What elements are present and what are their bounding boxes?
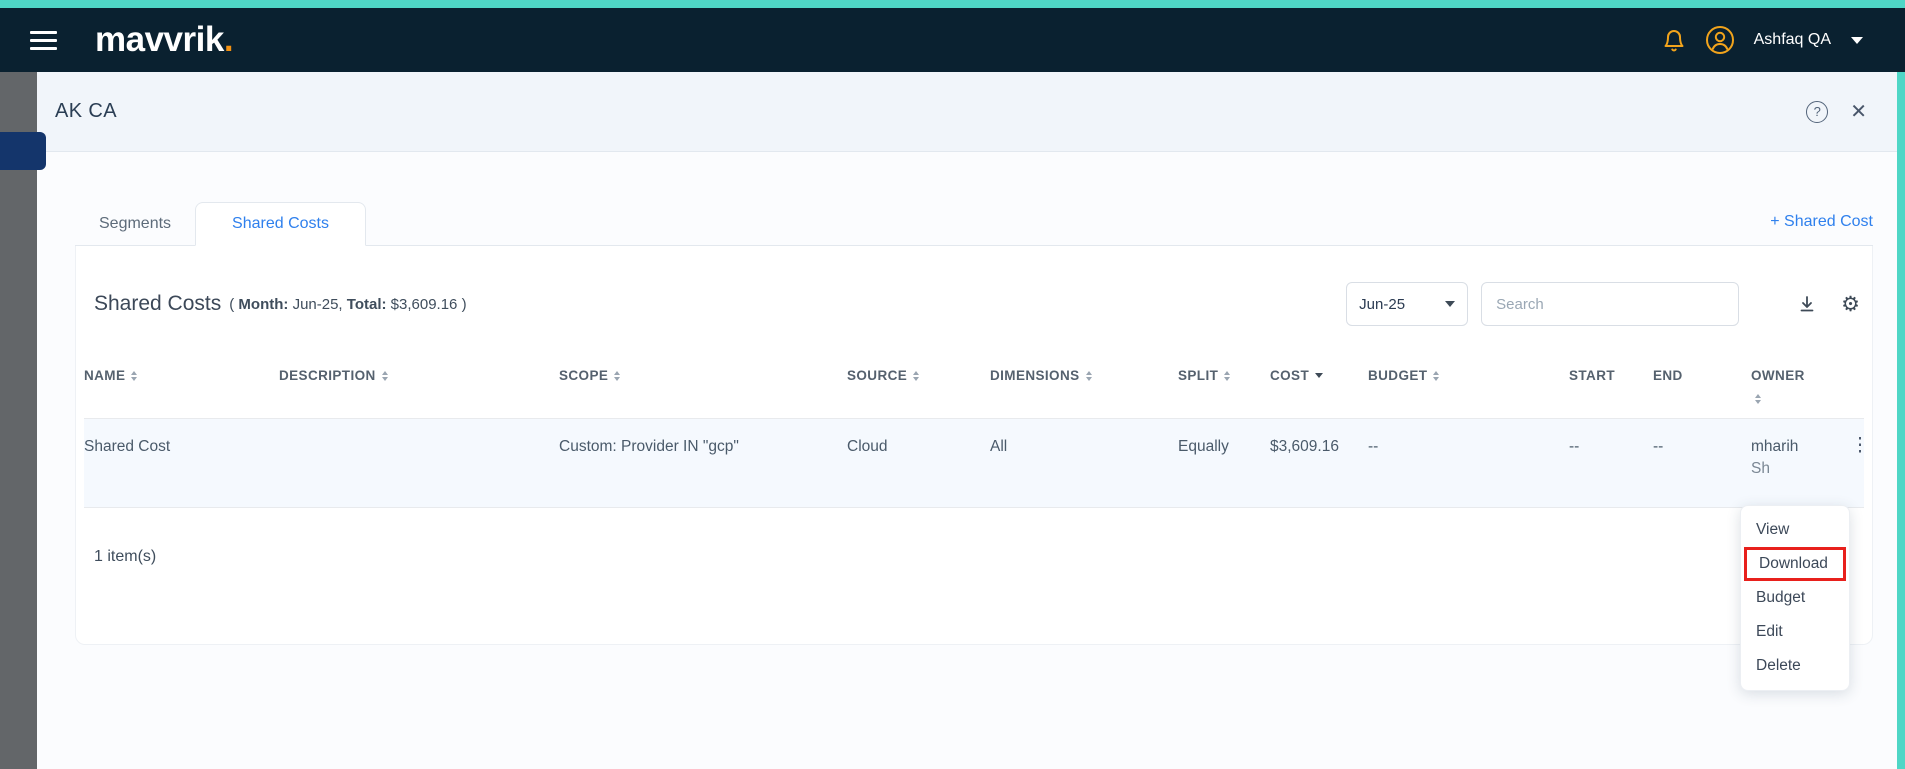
column-header-scope: SCOPE bbox=[559, 352, 847, 418]
logo-dot: . bbox=[224, 20, 233, 59]
cell-owner: mharih Sh bbox=[1751, 419, 1840, 507]
sort-icon[interactable] bbox=[1086, 371, 1092, 381]
table-row[interactable]: Shared Cost Custom: Provider IN "gcp" Cl… bbox=[84, 418, 1864, 508]
column-header-budget: BUDGET bbox=[1368, 352, 1569, 418]
meta-paren-open: ( bbox=[229, 296, 234, 313]
app-logo: mavvrik. bbox=[95, 20, 233, 60]
cell-budget: -- bbox=[1368, 419, 1569, 507]
page-dim-overlay bbox=[0, 72, 37, 769]
frame-right-accent bbox=[1897, 72, 1905, 769]
select-caret-icon bbox=[1445, 301, 1455, 307]
column-header-source: SOURCE bbox=[847, 352, 990, 418]
top-navbar: mavvrik. Ashfaq QA bbox=[0, 8, 1905, 72]
menu-item-download[interactable]: Download bbox=[1744, 547, 1846, 581]
hamburger-menu-icon[interactable] bbox=[30, 26, 57, 55]
month-filter-value: Jun-25 bbox=[1359, 296, 1405, 313]
toolbar-controls: Jun-25 ⚙ bbox=[1346, 282, 1860, 326]
user-avatar-icon[interactable] bbox=[1704, 24, 1736, 56]
sort-descending-icon[interactable] bbox=[1315, 373, 1323, 378]
add-shared-cost-button[interactable]: + Shared Cost bbox=[1770, 213, 1873, 245]
row-actions-menu: View Download Budget Edit Delete bbox=[1740, 505, 1850, 691]
sort-icon[interactable] bbox=[913, 371, 919, 381]
month-value: Jun-25, bbox=[293, 296, 343, 313]
column-header-description: DESCRIPTION bbox=[279, 352, 559, 418]
column-header-split: SPLIT bbox=[1178, 352, 1270, 418]
column-header-cost: COST bbox=[1270, 352, 1368, 418]
sort-icon[interactable] bbox=[1755, 394, 1761, 404]
sort-icon[interactable] bbox=[614, 371, 620, 381]
meta-paren-close: ) bbox=[462, 296, 467, 313]
cell-cost: $3,609.16 bbox=[1270, 419, 1350, 507]
menu-item-delete[interactable]: Delete bbox=[1741, 649, 1849, 683]
help-icon[interactable]: ? bbox=[1806, 101, 1828, 123]
sort-icon[interactable] bbox=[131, 371, 137, 381]
column-header-owner: OWNER bbox=[1751, 352, 1840, 418]
cell-dimensions: All bbox=[990, 419, 1178, 507]
table-footer-count: 1 item(s) bbox=[84, 508, 1864, 610]
user-name[interactable]: Ashfaq QA bbox=[1754, 31, 1831, 49]
search-input[interactable] bbox=[1481, 282, 1739, 326]
total-label: Total: bbox=[347, 296, 387, 313]
menu-item-view[interactable]: View bbox=[1741, 513, 1849, 547]
drawer-header: AK CA ? ✕ bbox=[37, 72, 1897, 152]
drawer-body: Segments Shared Costs + Shared Cost Shar… bbox=[37, 152, 1897, 645]
total-value: $3,609.16 bbox=[391, 296, 458, 313]
table-header-row: NAME DESCRIPTION SCOPE SOURCE bbox=[84, 352, 1864, 418]
drawer-header-icons: ? ✕ bbox=[1806, 101, 1867, 123]
cell-name: Shared Cost bbox=[84, 419, 279, 507]
tab-segments[interactable]: Segments bbox=[75, 203, 195, 245]
row-actions-kebab-icon[interactable]: ⋮ bbox=[1840, 419, 1880, 507]
navbar-right-group: Ashfaq QA bbox=[1662, 24, 1863, 56]
column-header-name: NAME bbox=[84, 352, 279, 418]
frame-top-accent bbox=[0, 0, 1905, 8]
download-table-icon[interactable] bbox=[1797, 294, 1817, 314]
month-filter-select[interactable]: Jun-25 bbox=[1346, 282, 1468, 326]
tabs-row: Segments Shared Costs + Shared Cost bbox=[75, 202, 1873, 246]
app-viewport: mavvrik. Ashfaq QA AK CA bbox=[0, 0, 1905, 769]
user-menu-caret-icon[interactable] bbox=[1851, 37, 1863, 44]
tab-shared-costs[interactable]: Shared Costs bbox=[195, 202, 366, 246]
column-header-end: END bbox=[1653, 352, 1751, 418]
cell-description bbox=[279, 419, 559, 507]
drawer-title: AK CA bbox=[55, 100, 117, 123]
menu-item-budget[interactable]: Budget bbox=[1741, 581, 1849, 615]
logo-text: mavvrik bbox=[95, 20, 224, 59]
shared-costs-table: NAME DESCRIPTION SCOPE SOURCE bbox=[84, 352, 1864, 610]
column-header-actions bbox=[1840, 352, 1880, 418]
close-icon[interactable]: ✕ bbox=[1850, 102, 1867, 122]
column-header-dimensions: DIMENSIONS bbox=[990, 352, 1178, 418]
sort-icon[interactable] bbox=[1433, 371, 1439, 381]
background-sidebar-item bbox=[0, 132, 46, 170]
cell-split: Equally bbox=[1178, 419, 1270, 507]
notifications-bell-icon[interactable] bbox=[1662, 27, 1686, 53]
menu-item-edit[interactable]: Edit bbox=[1741, 615, 1849, 649]
month-label: Month: bbox=[238, 296, 288, 313]
shared-costs-drawer: AK CA ? ✕ Segments Shared Costs + Shared… bbox=[37, 72, 1897, 769]
shared-costs-card: Shared Costs ( Month: Jun-25, Total: $3,… bbox=[75, 246, 1873, 645]
panel-meta: ( Month: Jun-25, Total: $3,609.16 ) bbox=[229, 296, 466, 313]
card-toolbar: Shared Costs ( Month: Jun-25, Total: $3,… bbox=[84, 246, 1864, 352]
owner-name: mharih bbox=[1751, 438, 1798, 455]
cell-scope: Custom: Provider IN "gcp" bbox=[559, 419, 847, 507]
gear-icon[interactable]: ⚙ bbox=[1841, 294, 1860, 315]
cell-source: Cloud bbox=[847, 419, 990, 507]
owner-name-overflow: Sh bbox=[1751, 458, 1832, 480]
column-header-start: START bbox=[1569, 352, 1653, 418]
panel-heading: Shared Costs bbox=[94, 292, 221, 316]
sort-icon[interactable] bbox=[382, 371, 388, 381]
cell-start: -- bbox=[1569, 419, 1653, 507]
cell-end: -- bbox=[1653, 419, 1751, 507]
sort-icon[interactable] bbox=[1224, 371, 1230, 381]
